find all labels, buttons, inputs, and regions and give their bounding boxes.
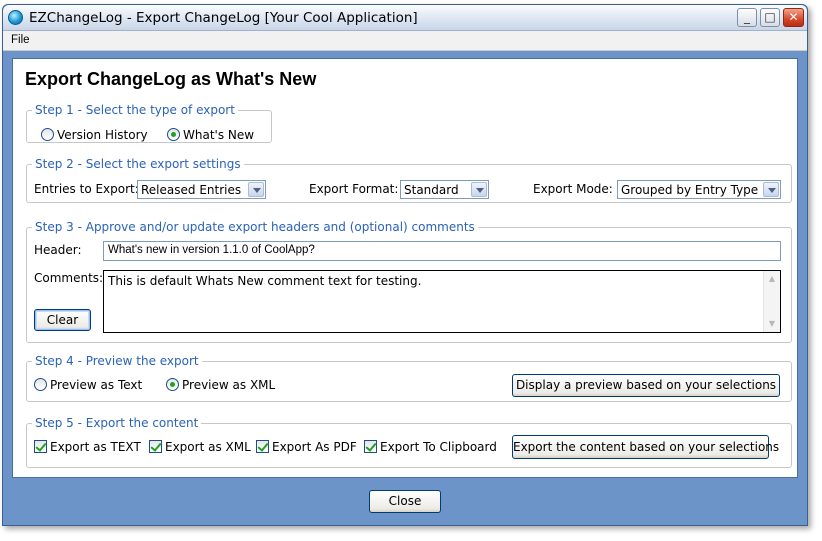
- maximize-button[interactable]: □: [760, 8, 780, 27]
- step5-legend: Step 5 - Export the content: [35, 416, 199, 430]
- close-icon: ✕: [788, 10, 799, 24]
- menu-bar: File: [3, 31, 807, 51]
- close-button[interactable]: Close: [369, 490, 441, 513]
- entries-to-export-value: Released Entries: [141, 183, 242, 197]
- step4-legend: Step 4 - Preview the export: [35, 354, 199, 368]
- preview-button[interactable]: Display a preview based on your selectio…: [512, 374, 780, 397]
- export-mode-select[interactable]: Grouped by Entry Type: [617, 180, 781, 199]
- check-export-pdf[interactable]: [256, 440, 269, 453]
- chevron-down-icon[interactable]: [763, 182, 779, 197]
- radio-preview-xml-label[interactable]: Preview as XML: [182, 378, 275, 392]
- radio-preview-text[interactable]: [34, 378, 47, 391]
- entries-to-export-select[interactable]: Released Entries: [137, 180, 266, 199]
- page-title: Export ChangeLog as What's New: [25, 69, 317, 89]
- maximize-icon: □: [764, 10, 776, 24]
- export-mode-label: Export Mode:: [533, 182, 613, 196]
- check-export-pdf-label[interactable]: Export As PDF: [272, 440, 357, 454]
- chevron-down-icon[interactable]: [248, 182, 264, 197]
- check-export-xml[interactable]: [149, 440, 162, 453]
- step1-legend: Step 1 - Select the type of export: [35, 103, 235, 117]
- radio-preview-text-label[interactable]: Preview as Text: [50, 378, 142, 392]
- main-panel: Export ChangeLog as What's New Step 1 - …: [12, 58, 798, 478]
- entries-to-export-label: Entries to Export:: [34, 182, 139, 196]
- check-export-text-label[interactable]: Export as TEXT: [50, 440, 141, 454]
- clear-button[interactable]: Clear: [34, 309, 91, 331]
- chevron-down-icon[interactable]: [471, 182, 487, 197]
- check-export-xml-label[interactable]: Export as XML: [165, 440, 251, 454]
- comments-label: Comments:: [34, 271, 104, 285]
- close-window-button[interactable]: ✕: [783, 8, 804, 27]
- app-icon: [8, 10, 23, 25]
- step3-legend: Step 3 - Approve and/or update export he…: [35, 220, 475, 234]
- window-title: EZChangeLog - Export ChangeLog [Your Coo…: [29, 10, 418, 26]
- radio-whats-new[interactable]: [167, 128, 180, 141]
- app-window: EZChangeLog - Export ChangeLog [Your Coo…: [2, 4, 808, 526]
- export-format-select[interactable]: Standard: [400, 180, 489, 199]
- export-mode-value: Grouped by Entry Type: [621, 183, 759, 197]
- scroll-down-icon[interactable]: ▼: [766, 319, 778, 329]
- comments-textarea[interactable]: This is default Whats New comment text f…: [103, 270, 781, 333]
- step2-legend: Step 2 - Select the export settings: [35, 157, 241, 171]
- menu-file[interactable]: File: [11, 34, 30, 46]
- export-button[interactable]: Export the content based on your selecti…: [512, 435, 779, 459]
- radio-version-history[interactable]: [41, 128, 54, 141]
- header-label: Header:: [34, 243, 82, 257]
- header-input[interactable]: What's new in version 1.1.0 of CoolApp?: [103, 241, 781, 261]
- radio-whats-new-label[interactable]: What's New: [183, 128, 254, 142]
- export-format-value: Standard: [404, 183, 459, 197]
- check-export-text[interactable]: [34, 440, 47, 453]
- title-bar[interactable]: EZChangeLog - Export ChangeLog [Your Coo…: [3, 5, 807, 31]
- export-format-label: Export Format:: [309, 182, 399, 196]
- scroll-up-icon[interactable]: ▲: [766, 274, 778, 284]
- check-export-clipboard-label[interactable]: Export To Clipboard: [380, 440, 497, 454]
- radio-preview-xml[interactable]: [166, 378, 179, 391]
- check-export-clipboard[interactable]: [364, 440, 377, 453]
- minimize-button[interactable]: _: [737, 8, 757, 27]
- comments-scrollbar[interactable]: ▲ ▼: [763, 271, 780, 332]
- radio-version-history-label[interactable]: Version History: [57, 128, 148, 142]
- comments-text: This is default Whats New comment text f…: [108, 274, 422, 288]
- minimize-icon: _: [744, 10, 750, 24]
